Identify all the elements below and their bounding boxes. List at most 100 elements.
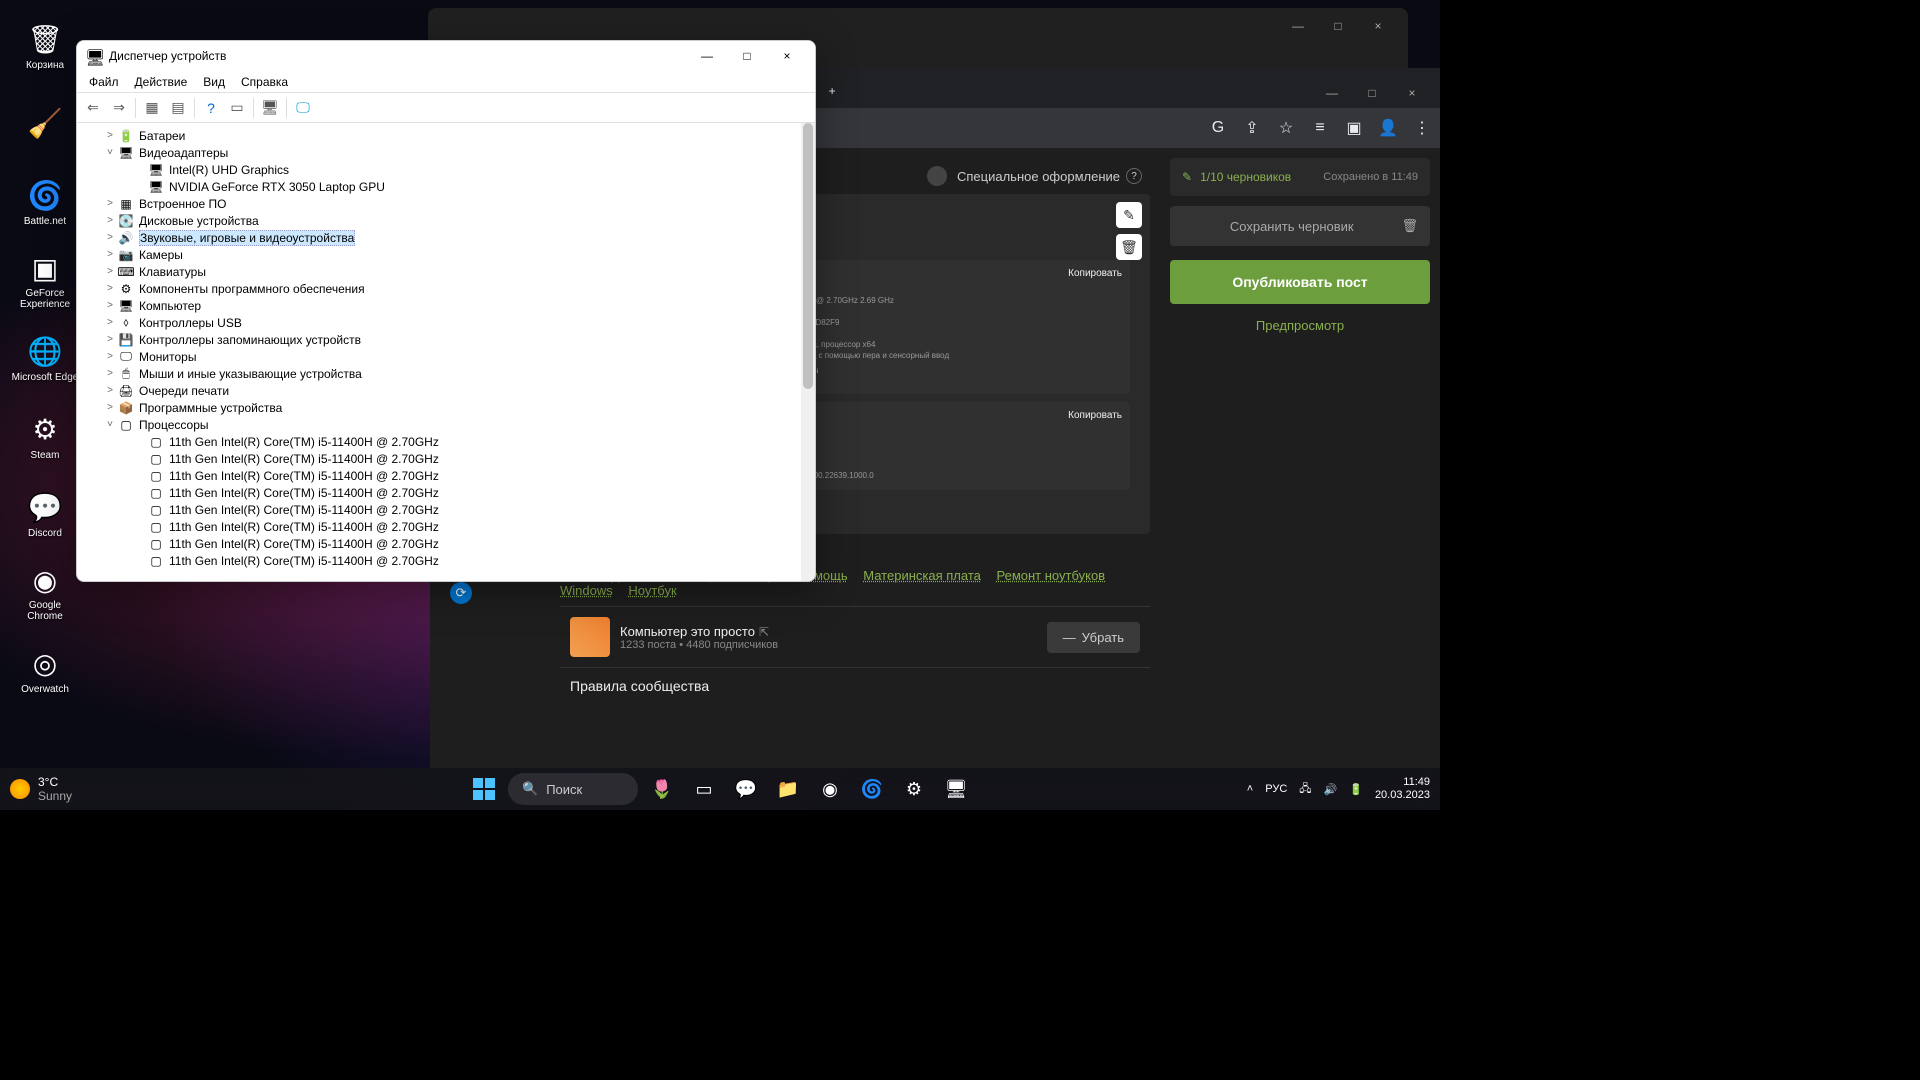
- recommended-tag[interactable]: Материнская плата: [863, 568, 981, 583]
- start-button[interactable]: [466, 771, 502, 807]
- chrome-toolbar-icon[interactable]: ▣: [1344, 118, 1364, 138]
- desktop-icon[interactable]: ◉Google Chrome: [10, 556, 80, 626]
- expand-icon[interactable]: >: [103, 283, 117, 294]
- special-toggle[interactable]: [927, 166, 947, 186]
- chrome-taskbar-icon[interactable]: ◉: [812, 771, 848, 807]
- desktop-icon[interactable]: 💬Discord: [10, 478, 80, 548]
- copy-button[interactable]: Копировать: [1068, 410, 1122, 421]
- back-icon[interactable]: ⇐: [81, 96, 105, 120]
- recommended-tag[interactable]: Ноутбук: [628, 583, 676, 598]
- expand-icon[interactable]: >: [103, 198, 117, 209]
- chrome-newtab-button[interactable]: +: [817, 74, 847, 108]
- delete-button[interactable]: 🗑: [1116, 234, 1142, 260]
- scrollbar-thumb[interactable]: [803, 123, 813, 389]
- list-icon[interactable]: ▤: [166, 96, 190, 120]
- tray-clock[interactable]: 11:49 20.03.2023: [1375, 776, 1430, 802]
- desktop-icon[interactable]: 🗑Корзина: [10, 10, 80, 80]
- tree-node[interactable]: >⌨Клавиатуры: [77, 263, 815, 280]
- explorer-icon[interactable]: 📁: [770, 771, 806, 807]
- tree-node[interactable]: >🔋Батареи: [77, 127, 815, 144]
- expand-icon[interactable]: >: [103, 351, 117, 362]
- forward-icon[interactable]: ⇒: [107, 96, 131, 120]
- tree-node[interactable]: ▢11th Gen Intel(R) Core(TM) i5-11400H @ …: [77, 552, 815, 569]
- chrome-toolbar-icon[interactable]: G: [1208, 118, 1228, 138]
- device-tree[interactable]: >🔋Батареи˅🖥Видеоадаптеры🖥Intel(R) UHD Gr…: [77, 123, 815, 581]
- tree-node[interactable]: >💾Контроллеры запоминающих устройств: [77, 331, 815, 348]
- publish-button[interactable]: Опубликовать пост: [1170, 260, 1430, 304]
- expand-icon[interactable]: ˅: [103, 147, 117, 158]
- copy-button[interactable]: Копировать: [1068, 268, 1122, 279]
- devmgr-close[interactable]: ×: [767, 42, 807, 70]
- view-icon[interactable]: ▦: [140, 96, 164, 120]
- tree-node[interactable]: >🖵Мониторы: [77, 348, 815, 365]
- recommended-tag[interactable]: Windows: [560, 583, 613, 598]
- menu-item[interactable]: Вид: [195, 75, 233, 89]
- edit-button[interactable]: ✎: [1116, 202, 1142, 228]
- weather-widget[interactable]: 3°C Sunny: [10, 775, 72, 803]
- tree-node[interactable]: ˅🖥Видеоадаптеры: [77, 144, 815, 161]
- desktop-icon[interactable]: ⚙Steam: [10, 400, 80, 470]
- expand-icon[interactable]: >: [103, 130, 117, 141]
- expand-icon[interactable]: >: [103, 300, 117, 311]
- tree-node[interactable]: ▢11th Gen Intel(R) Core(TM) i5-11400H @ …: [77, 433, 815, 450]
- taskbar-search[interactable]: 🔍Поиск: [508, 773, 638, 805]
- tree-node[interactable]: >📷Камеры: [77, 246, 815, 263]
- tray-volume-icon[interactable]: 🔊: [1324, 783, 1338, 796]
- tray-battery-icon[interactable]: 🔋: [1349, 783, 1363, 796]
- tree-node[interactable]: >📦Программные устройства: [77, 399, 815, 416]
- devmgr-minimize[interactable]: —: [687, 42, 727, 70]
- tree-node[interactable]: ▢11th Gen Intel(R) Core(TM) i5-11400H @ …: [77, 535, 815, 552]
- expand-icon[interactable]: >: [103, 385, 117, 396]
- tree-node[interactable]: >🖨Очереди печати: [77, 382, 815, 399]
- expand-icon[interactable]: ˅: [103, 419, 117, 430]
- tree-node[interactable]: ▢11th Gen Intel(R) Core(TM) i5-11400H @ …: [77, 450, 815, 467]
- tree-node[interactable]: >💽Дисковые устройства: [77, 212, 815, 229]
- tree-node[interactable]: ▢11th Gen Intel(R) Core(TM) i5-11400H @ …: [77, 501, 815, 518]
- settings-maximize[interactable]: □: [1318, 11, 1358, 41]
- settings-minimize[interactable]: —: [1278, 11, 1318, 41]
- taskview-icon[interactable]: ▭: [686, 771, 722, 807]
- desktop-icon[interactable]: 🌐Microsoft Edge: [10, 322, 80, 392]
- chrome-toolbar-icon[interactable]: ⋮: [1412, 118, 1432, 138]
- expand-icon[interactable]: >: [103, 232, 117, 243]
- device-icon[interactable]: 🖵: [291, 96, 315, 120]
- chat-icon[interactable]: 💬: [728, 771, 764, 807]
- chrome-toolbar-icon[interactable]: ☆: [1276, 118, 1296, 138]
- properties-icon[interactable]: ▭: [225, 96, 249, 120]
- tray-chevron-icon[interactable]: ˄: [1247, 783, 1253, 795]
- battlenet-taskbar-icon[interactable]: 🌀: [854, 771, 890, 807]
- tray-network-icon[interactable]: 🖧: [1299, 780, 1311, 799]
- save-draft-button[interactable]: Сохранить черновик 🗑: [1170, 206, 1430, 246]
- help-icon[interactable]: ?: [199, 96, 223, 120]
- tree-node[interactable]: >▦Встроенное ПО: [77, 195, 815, 212]
- expand-icon[interactable]: >: [103, 334, 117, 345]
- chrome-toolbar-icon[interactable]: ≡: [1310, 118, 1330, 138]
- tree-node[interactable]: ▢11th Gen Intel(R) Core(TM) i5-11400H @ …: [77, 518, 815, 535]
- expand-icon[interactable]: >: [103, 317, 117, 328]
- chrome-toolbar-icon[interactable]: ⇪: [1242, 118, 1262, 138]
- help-icon[interactable]: ?: [1126, 168, 1142, 184]
- drafts-box[interactable]: ✎ 1/10 черновиков Сохранено в 11:49: [1170, 158, 1430, 196]
- external-link-icon[interactable]: ⇱: [759, 625, 769, 639]
- community-name[interactable]: Компьютер это просто: [620, 624, 755, 639]
- trash-icon[interactable]: 🗑: [1401, 218, 1418, 234]
- tree-node[interactable]: >⬨Контроллеры USB: [77, 314, 815, 331]
- tray-language[interactable]: РУС: [1265, 783, 1287, 795]
- scrollbar[interactable]: [801, 123, 815, 581]
- scan-icon[interactable]: 🖥: [258, 96, 282, 120]
- expand-icon[interactable]: >: [103, 368, 117, 379]
- expand-icon[interactable]: >: [103, 249, 117, 260]
- tree-node[interactable]: >🖱Мыши и иные указывающие устройства: [77, 365, 815, 382]
- tree-node[interactable]: >🔊Звуковые, игровые и видеоустройства: [77, 229, 815, 246]
- tree-node[interactable]: ▢11th Gen Intel(R) Core(TM) i5-11400H @ …: [77, 467, 815, 484]
- widgets-icon[interactable]: 🌷: [644, 771, 680, 807]
- chrome-minimize[interactable]: —: [1312, 78, 1352, 108]
- chrome-close[interactable]: ×: [1392, 78, 1432, 108]
- tree-node[interactable]: >🖥Компьютер: [77, 297, 815, 314]
- desktop-icon[interactable]: ◎Overwatch: [10, 634, 80, 704]
- tree-node[interactable]: 🖥NVIDIA GeForce RTX 3050 Laptop GPU: [77, 178, 815, 195]
- chrome-maximize[interactable]: □: [1352, 78, 1392, 108]
- desktop-icon[interactable]: 🌀Battle.net: [10, 166, 80, 236]
- tree-node[interactable]: 🖥Intel(R) UHD Graphics: [77, 161, 815, 178]
- tree-node[interactable]: ˅▢Процессоры: [77, 416, 815, 433]
